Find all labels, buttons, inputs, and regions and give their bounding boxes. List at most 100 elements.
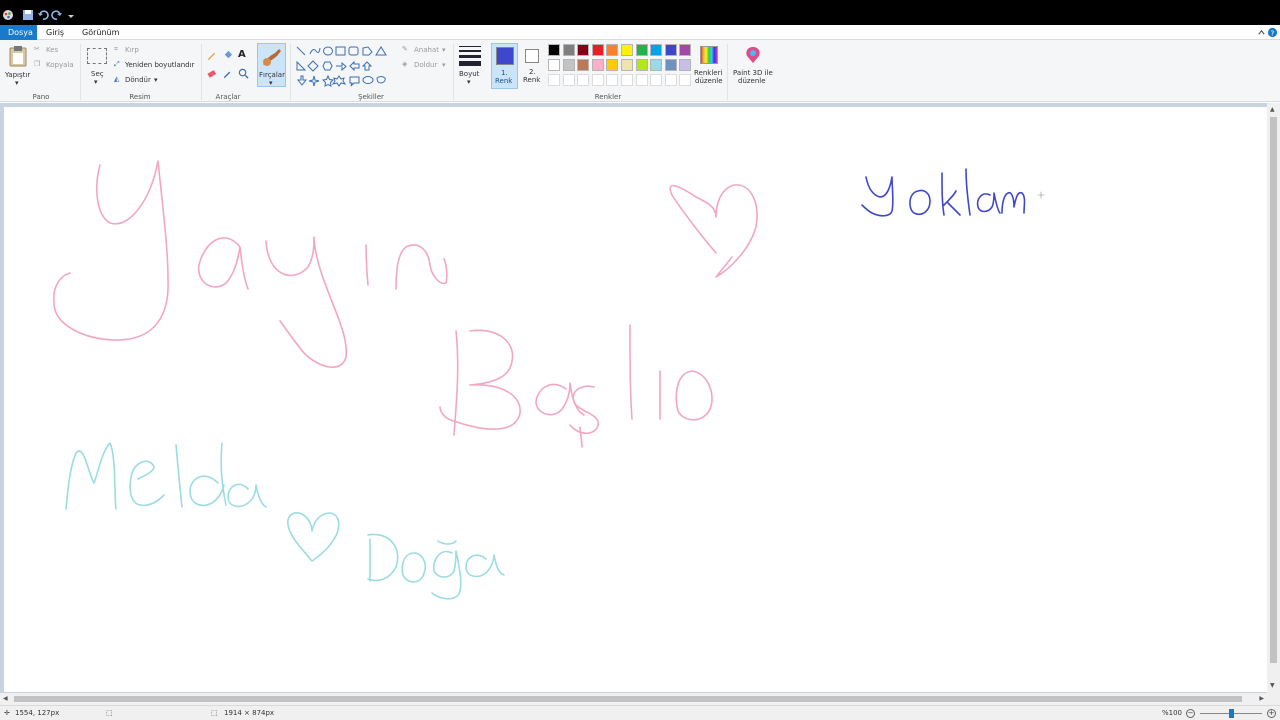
image-dimensions: 1914 × 874px xyxy=(224,709,275,717)
scroll-left-arrow-icon[interactable]: ◀ xyxy=(3,695,8,702)
selection-icon xyxy=(87,48,107,64)
palette-swatch[interactable] xyxy=(635,74,648,86)
paint3d-button[interactable]: Paint 3D ile düzenle xyxy=(731,44,775,90)
drawing-canvas[interactable] xyxy=(4,107,1267,692)
zoom-in-button[interactable]: + xyxy=(1267,709,1276,718)
palette-swatch[interactable] xyxy=(635,59,648,71)
edit-colors-label-2: düzenle xyxy=(695,77,723,85)
palette-swatch[interactable] xyxy=(664,44,677,56)
palette-swatch[interactable] xyxy=(664,74,677,86)
save-icon[interactable] xyxy=(22,9,34,21)
palette-swatch[interactable] xyxy=(621,59,633,71)
palette-swatch[interactable] xyxy=(650,59,663,71)
palette-swatch[interactable] xyxy=(548,59,560,71)
select-label: Seç xyxy=(91,70,104,78)
outline-dropdown[interactable]: ✎ Anahat ▾ xyxy=(402,45,450,57)
zoom-slider-thumb[interactable] xyxy=(1228,709,1234,718)
palette-swatch[interactable] xyxy=(679,74,692,86)
stroke-letter-a-2 xyxy=(535,382,585,416)
chevron-down-icon: ▾ xyxy=(442,46,446,54)
scroll-right-arrow-icon[interactable]: ▶ xyxy=(1259,695,1264,702)
palette-swatch[interactable] xyxy=(577,74,590,86)
rotate-label: Döndür xyxy=(125,76,151,84)
paint-app-icon xyxy=(3,10,13,20)
eraser-icon[interactable] xyxy=(206,68,217,79)
fill-dropdown[interactable]: ◈ Doldur ▾ xyxy=(402,60,450,72)
selection-size-icon: ⬚ xyxy=(106,709,113,717)
palette-swatch[interactable] xyxy=(679,44,692,56)
magnifier-icon[interactable] xyxy=(238,68,249,79)
text-tool-icon[interactable]: A xyxy=(238,49,246,60)
brushes-button[interactable]: Fırçalar ▾ xyxy=(257,43,286,87)
palette-swatch[interactable] xyxy=(664,59,677,71)
resize-button[interactable]: ⤢ Yeniden boyutlandır xyxy=(114,60,200,72)
tab-home[interactable]: Giriş xyxy=(38,25,72,40)
zoom-slider[interactable] xyxy=(1200,709,1262,718)
palette-swatch[interactable] xyxy=(577,44,590,56)
group-separator xyxy=(453,44,454,100)
scroll-up-arrow-icon[interactable]: ▲ xyxy=(1270,106,1275,113)
tab-view[interactable]: Görünüm xyxy=(74,25,127,40)
chevron-down-icon: ▾ xyxy=(94,78,98,86)
color2-label: Renk xyxy=(523,76,541,84)
color1-button[interactable]: 1. Renk xyxy=(491,43,518,89)
color2-number: 2. xyxy=(529,68,536,76)
palette-swatch[interactable] xyxy=(606,74,619,86)
stroke-letter-e xyxy=(129,460,165,507)
copy-label: Kopyala xyxy=(46,61,74,69)
group-label-image: Resim xyxy=(129,93,151,101)
palette-swatch[interactable] xyxy=(591,44,604,56)
color-palette xyxy=(548,44,698,90)
vertical-scroll-thumb[interactable] xyxy=(1270,117,1277,663)
color2-button[interactable]: 2. Renk xyxy=(520,43,545,89)
customize-quick-access-icon[interactable] xyxy=(65,9,77,21)
stroke-letter-y-blue xyxy=(861,176,894,217)
stroke-letter-o xyxy=(675,370,713,421)
stroke-letter-l-2 xyxy=(175,444,183,508)
help-icon[interactable]: ? xyxy=(1267,27,1278,38)
horizontal-scrollbar[interactable]: ◀ ▶ xyxy=(0,693,1280,705)
ribbon: Yapıştır ▾ ✂ Kes ❐ Kopyala Pano Seç ▾ ⌗ … xyxy=(0,40,1280,102)
palette-swatch[interactable] xyxy=(606,44,619,56)
tab-file[interactable]: Dosya xyxy=(0,25,37,40)
horizontal-scroll-thumb[interactable] xyxy=(14,696,1242,702)
cursor-position-icon: ✛ xyxy=(4,709,10,717)
stroke-letter-l-blue xyxy=(965,168,971,216)
group-label-shapes: Şekiller xyxy=(358,93,384,101)
stroke-letter-s xyxy=(569,385,599,448)
edit-colors-button[interactable]: Renkleri düzenle xyxy=(693,44,725,90)
palette-swatch[interactable] xyxy=(577,59,590,71)
fill-bucket-icon[interactable] xyxy=(222,50,233,61)
palette-swatch[interactable] xyxy=(679,59,692,71)
palette-swatch[interactable] xyxy=(548,44,560,56)
palette-swatch[interactable] xyxy=(562,74,575,86)
stroke-letter-o-blue xyxy=(909,189,931,216)
shapes-gallery[interactable] xyxy=(295,45,393,87)
undo-icon[interactable] xyxy=(37,9,49,21)
palette-swatch[interactable] xyxy=(548,74,560,86)
palette-swatch[interactable] xyxy=(606,59,619,71)
rotate-button[interactable]: ◭ Döndür ▾ xyxy=(114,75,164,87)
palette-swatch[interactable] xyxy=(562,59,575,71)
redo-icon[interactable] xyxy=(51,9,63,21)
palette-swatch[interactable] xyxy=(621,44,633,56)
group-separator xyxy=(80,44,81,100)
palette-swatch[interactable] xyxy=(621,74,633,86)
palette-swatch[interactable] xyxy=(562,44,575,56)
size-button[interactable]: Boyut ▾ xyxy=(457,44,483,88)
palette-swatch[interactable] xyxy=(650,44,663,56)
collapse-ribbon-icon[interactable] xyxy=(1257,28,1266,37)
palette-swatch[interactable] xyxy=(591,74,604,86)
stroke-letter-l xyxy=(629,324,633,420)
scroll-down-arrow-icon[interactable]: ▼ xyxy=(1270,682,1275,689)
pencil-icon[interactable] xyxy=(206,50,217,61)
select-button[interactable]: Seç ▾ xyxy=(84,44,110,88)
line-width-icon xyxy=(459,46,481,66)
palette-swatch[interactable] xyxy=(650,74,663,86)
vertical-scrollbar[interactable]: ▲ ▼ xyxy=(1267,103,1280,693)
palette-swatch[interactable] xyxy=(635,44,648,56)
color-picker-icon[interactable] xyxy=(222,68,233,79)
palette-swatch[interactable] xyxy=(591,59,604,71)
zoom-out-button[interactable]: − xyxy=(1186,709,1195,718)
paste-button[interactable]: Yapıştır ▾ xyxy=(3,43,31,89)
